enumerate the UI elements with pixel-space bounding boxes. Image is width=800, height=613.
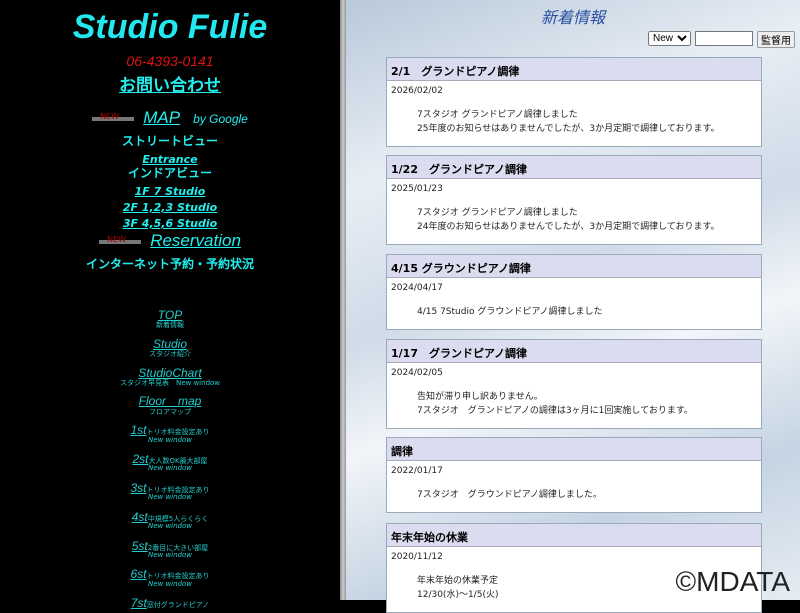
admin-input[interactable] [695,31,753,46]
news-card: 1/22 グランドピアノ調律 2025/01/23 7スタジオ グランドピアノ調律し… [386,155,762,245]
news-title: 2/1 グランドピアノ調律 [387,58,761,81]
category-select[interactable]: New [648,31,691,46]
news-date: 2026/02/02 [391,86,443,96]
news-body: 4/15 7Studio グラウンドピアノ調律しました [387,298,761,329]
map-row: NEW MAP by Google [0,108,340,128]
news-title: 年末年始の休業 [387,524,761,547]
news-body: 告知が滞り申し訳ありません。 7スタジオ グランドピアノの調律は3ヶ月に1回実施し… [387,383,761,428]
admin-button[interactable]: 監督用 [757,31,795,48]
news-card: 2/1 グランドピアノ調律 2026/02/02 7スタジオ グランドピアノ調律しま… [386,57,762,147]
news-date: 2024/04/17 [391,283,443,293]
studio-6-link[interactable]: 6st [130,567,146,581]
nav-sub: 新着情報 [156,321,184,329]
phone-number: 06-4393-0141 [126,53,214,69]
news-panel: 新着情報 New 監督用 2/1 グランドピアノ調律 2026/02/02 7スタジ… [346,0,800,613]
studio-1-link[interactable]: 1st [130,423,146,437]
reservation-sub: インターネット予約・予約状況 [85,257,254,271]
studio-7-link[interactable]: 7st [131,596,147,610]
news-line: 告知が滞り申し訳ありません。 [417,392,543,402]
news-line: 25年度のお知らせはありませんでしたが、3か月定期で調律しております。 [417,124,720,134]
nav-floor-map[interactable]: Floor map [139,394,202,408]
new-badge-icon: NEW [99,235,142,244]
news-card: 調律 2022/01/17 7スタジオ グラウンドピアノ調律しました。 [386,437,762,513]
new-window-label: New window [147,522,193,530]
nav-sub: フロアマップ [149,408,191,416]
news-body: 7スタジオ グランドピアノ調律しました 25年度のお知らせはありませんでしたが、3… [387,101,761,146]
studio-desc: トリオ料金設定あり [146,428,210,436]
floor-3f-link[interactable]: 3F 4,5,6 Studio [123,217,217,230]
news-body: 7スタジオ グランドピアノ調律しました 24年度のお知らせはありませんでしたが、3… [387,199,761,244]
news-body: 7スタジオ グラウンドピアノ調律しました。 [387,481,761,512]
news-line: 7スタジオ グランドピアノ調律しました [417,208,578,218]
site-title[interactable]: Studio Fulie [0,8,340,47]
map-link[interactable]: MAP [143,108,180,127]
reservation-link[interactable]: Reservation [150,231,241,250]
news-toolbar: New 監督用 [648,31,795,48]
news-card: 1/17 グランドピアノ調律 2024/02/05 告知が滞り申し訳ありません。 7ス… [386,339,762,429]
new-window-label: New window [147,464,193,472]
new-badge-icon: NEW [92,112,135,121]
news-line: 4/15 7Studio グラウンドピアノ調律しました [417,307,603,317]
news-line: 7スタジオ グラウンドピアノ調律しました。 [417,490,602,500]
contact-link[interactable]: お問い合わせ [0,71,340,96]
news-line: 7スタジオ グランドピアノ調律しました [417,110,578,120]
studio-desc: トリオ料金設定あり [146,572,210,580]
news-title: 調律 [387,438,761,461]
new-window-label: New window [147,551,193,559]
news-line: 24年度のお知らせはありませんでしたが、3か月定期で調律しております。 [417,222,720,232]
news-date: 2025/01/23 [391,184,443,194]
news-date: 2024/02/05 [391,368,443,378]
nav-sub: スタジオ早見表 New window [119,379,221,387]
news-line: 7スタジオ グランドピアノの調律は3ヶ月に1回実施しております。 [417,406,693,416]
news-title: 1/22 グランドピアノ調律 [387,156,761,179]
by-google: by Google [193,112,248,126]
new-window-label: New window [147,580,193,588]
news-title: 1/17 グランドピアノ調律 [387,340,761,363]
reservation-row: NEW Reservation [0,231,340,251]
news-card: 4/15 グラウンドピアノ調律 2024/04/17 4/15 7Studio グラ… [386,254,762,330]
news-date: 2020/11/12 [391,552,443,562]
indoor-view-label: インドアビュー [127,166,212,180]
news-heading: 新着情報 [540,8,605,27]
watermark: ©MDATA [675,566,790,597]
new-window-label: New window [147,436,193,444]
street-view-label: ストリートビュー [121,134,218,148]
sidebar: Studio Fulie 06-4393-0141 お問い合わせ NEW MAP… [0,0,340,610]
news-title: 4/15 グラウンドピアノ調律 [387,255,761,278]
new-window-label: New window [147,493,193,501]
studio-desc: 窓付グランドピアノ [146,601,210,609]
news-date: 2022/01/17 [391,466,443,476]
nav-sub: スタジオ紹介 [149,350,191,358]
